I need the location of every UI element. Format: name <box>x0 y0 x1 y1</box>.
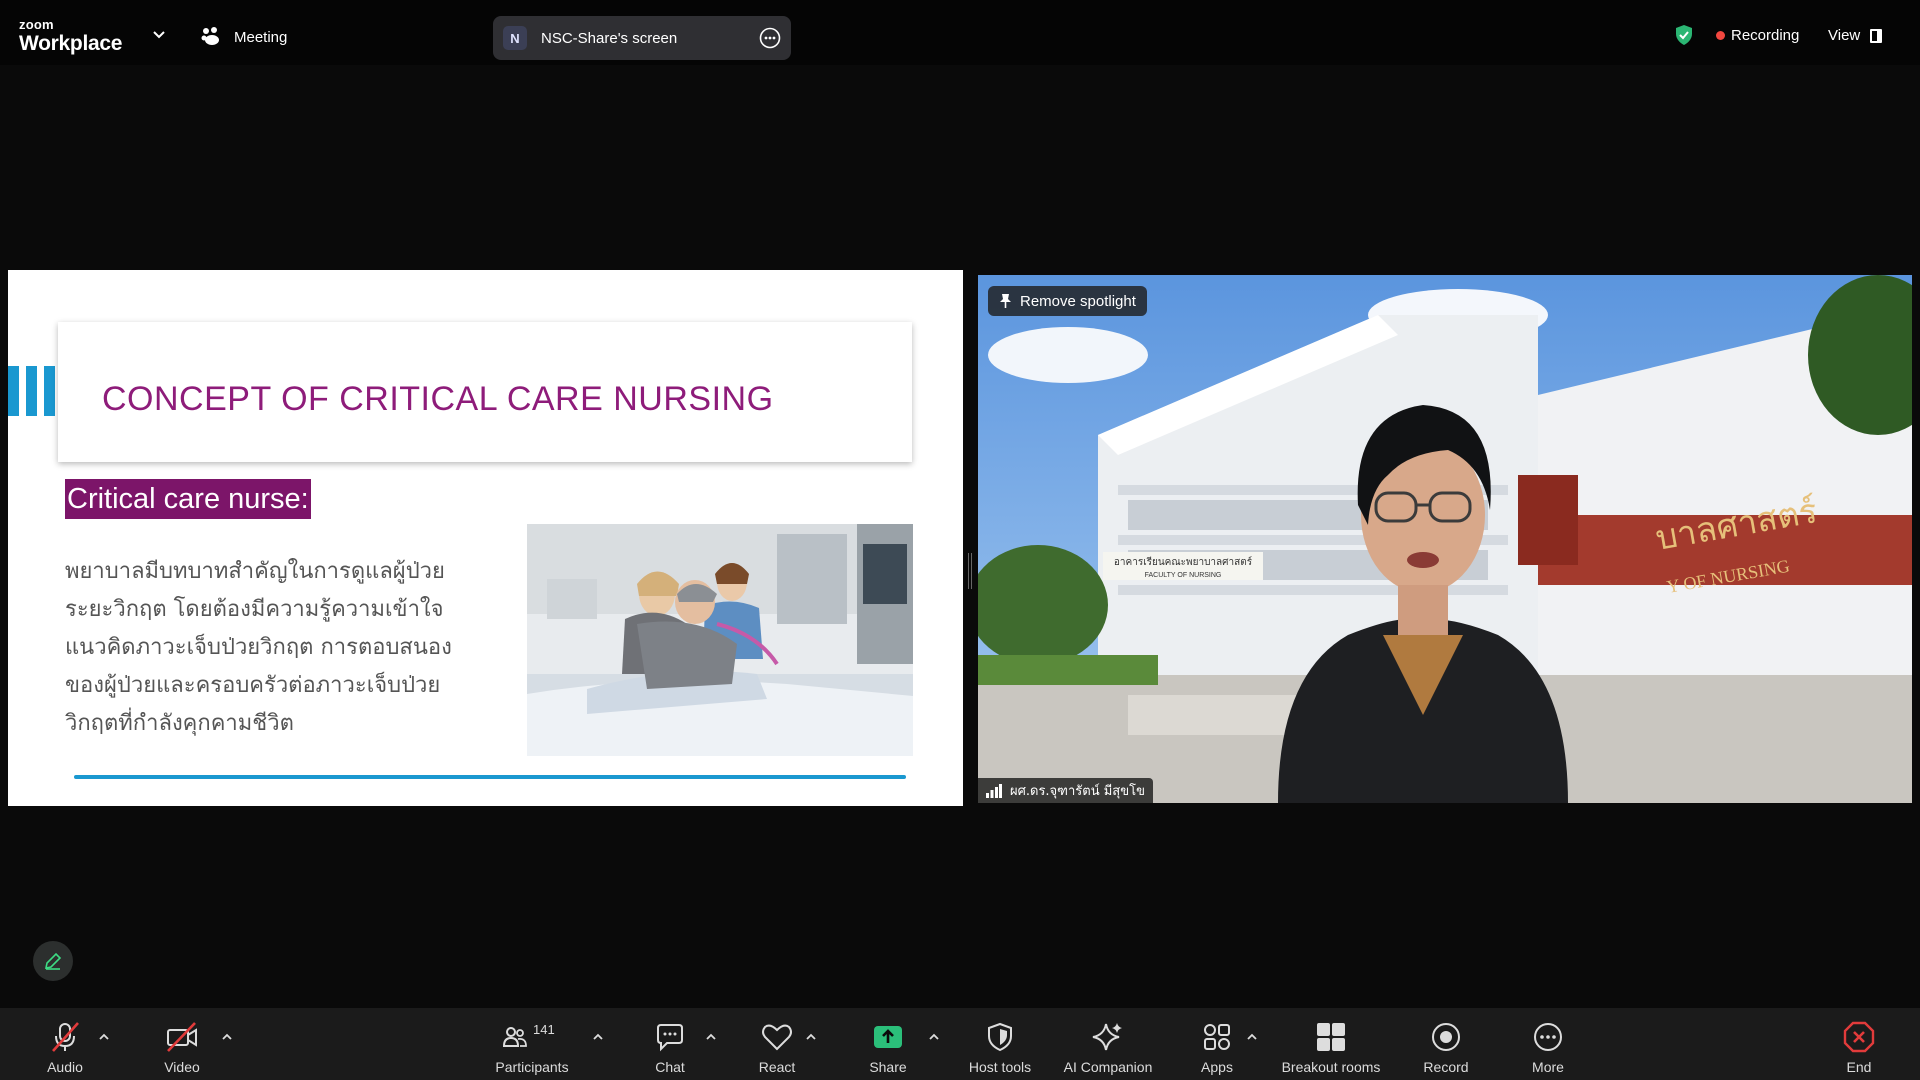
recording-label: Recording <box>1731 27 1800 44</box>
share-screen-icon <box>871 1020 905 1054</box>
zoom-workplace-logo[interactable]: zoom Workplace <box>19 18 122 54</box>
participants-label: Participants <box>495 1059 569 1075</box>
react-button[interactable]: React <box>752 1008 802 1080</box>
apps-label: Apps <box>1201 1059 1233 1075</box>
virtual-background: อาคารเรียนคณะพยาบาลศาสตร์ FACULTY OF NUR… <box>978 275 1912 803</box>
spotlight-label: Remove spotlight <box>1020 292 1136 310</box>
react-label: React <box>758 1059 796 1075</box>
participants-icon: 141 <box>502 1020 562 1054</box>
sharer-avatar: N <box>503 26 527 50</box>
apps-button[interactable]: Apps <box>1192 1008 1242 1080</box>
ai-companion-label: AI Companion <box>1063 1059 1153 1075</box>
heart-icon <box>760 1020 794 1054</box>
view-layout-icon <box>1870 28 1883 43</box>
chat-button[interactable]: Chat <box>645 1008 695 1080</box>
end-meeting-button[interactable]: End <box>1834 1008 1884 1080</box>
meeting-icon <box>201 27 219 45</box>
meeting-button[interactable]: Meeting <box>200 26 287 48</box>
more-options-icon[interactable] <box>759 27 781 49</box>
screen-share-indicator[interactable]: N NSC-Share's screen <box>493 16 791 60</box>
building-sign-thai: อาคารเรียนคณะพยาบาลศาสตร์ <box>1114 556 1253 568</box>
share-button[interactable]: Share <box>863 1008 913 1080</box>
signal-strength-icon <box>986 783 1002 798</box>
audio-options-chevron-icon[interactable] <box>98 1033 110 1041</box>
video-button[interactable]: Video <box>157 1008 207 1080</box>
mic-muted-icon <box>48 1020 82 1054</box>
resize-handle[interactable] <box>968 553 971 589</box>
apps-icon <box>1200 1020 1234 1054</box>
chat-options-chevron-icon[interactable] <box>705 1033 717 1041</box>
remove-spotlight-button[interactable]: Remove spotlight <box>988 286 1147 316</box>
record-icon <box>1429 1020 1463 1054</box>
participant-name-tag: ผศ.ดร.จุฑารัตน์ มีสุขโข <box>978 778 1153 803</box>
brand-top-text: zoom <box>19 17 54 32</box>
slide-body-line: ของผู้ป่วยและครอบครัวต่อภาวะเจ็บป่วย <box>65 673 441 698</box>
slide-title-card: CONCEPT OF CRITICAL CARE NURSING <box>58 322 912 462</box>
spotlight-video-tile[interactable]: อาคารเรียนคณะพยาบาลศาสตร์ FACULTY OF NUR… <box>978 275 1912 803</box>
video-label: Video <box>164 1059 200 1075</box>
chevron-down-icon[interactable] <box>152 30 166 40</box>
recording-dot-icon <box>1716 31 1725 40</box>
record-button[interactable]: Record <box>1418 1008 1474 1080</box>
participant-name: ผศ.ดร.จุฑารัตน์ มีสุขโข <box>1010 784 1145 799</box>
share-label: NSC-Share's screen <box>541 29 678 47</box>
record-label: Record <box>1423 1059 1469 1075</box>
host-tools-button[interactable]: Host tools <box>962 1008 1038 1080</box>
sparkle-icon <box>1091 1020 1125 1054</box>
encryption-shield-icon[interactable] <box>1674 24 1694 46</box>
ai-companion-button[interactable]: AI Companion <box>1058 1008 1158 1080</box>
chat-icon <box>653 1020 687 1054</box>
breakout-rooms-label: Breakout rooms <box>1281 1059 1381 1075</box>
slide-body-text: พยาบาลมีบทบาทสำคัญในการดูแลผู้ป่วย ระยะว… <box>65 553 505 743</box>
slide-accent-bars <box>8 366 55 416</box>
top-bar: zoom Workplace Meeting N NSC-Share's scr… <box>0 0 1920 65</box>
slide-body-line: วิกฤตที่กำลังคุกคามชีวิต <box>65 711 294 736</box>
slide-footer-line <box>74 775 906 779</box>
participants-options-chevron-icon[interactable] <box>592 1033 604 1041</box>
view-label: View <box>1828 27 1861 44</box>
audio-label: Audio <box>47 1059 83 1075</box>
camera-off-icon <box>165 1020 199 1054</box>
breakout-rooms-button[interactable]: Breakout rooms <box>1274 1008 1388 1080</box>
shared-screen-slide: CONCEPT OF CRITICAL CARE NURSING Critica… <box>8 270 963 806</box>
share-label: Share <box>869 1059 907 1075</box>
participant-count: 141 <box>533 1022 555 1037</box>
slide-title: CONCEPT OF CRITICAL CARE NURSING <box>102 380 774 418</box>
icu-patient-photo <box>527 524 913 756</box>
video-options-chevron-icon[interactable] <box>221 1033 233 1041</box>
react-options-chevron-icon[interactable] <box>805 1033 817 1041</box>
chat-label: Chat <box>655 1059 685 1075</box>
apps-options-chevron-icon[interactable] <box>1246 1033 1258 1041</box>
end-label: End <box>1846 1059 1872 1075</box>
host-shield-icon <box>983 1020 1017 1054</box>
breakout-rooms-icon <box>1314 1020 1348 1054</box>
slide-body-line: พยาบาลมีบทบาทสำคัญในการดูแลผู้ป่วย <box>65 559 445 584</box>
annotate-button[interactable] <box>33 941 73 981</box>
more-button[interactable]: More <box>1523 1008 1573 1080</box>
participants-button[interactable]: 141 Participants <box>487 1008 577 1080</box>
pin-icon <box>1000 294 1011 308</box>
meeting-label: Meeting <box>234 28 288 46</box>
more-dots-icon <box>1531 1020 1565 1054</box>
host-tools-label: Host tools <box>968 1059 1032 1075</box>
building-sign-english: FACULTY OF NURSING <box>1145 572 1222 579</box>
view-button[interactable]: View <box>1828 27 1883 44</box>
end-call-icon <box>1842 1020 1876 1054</box>
brand-bottom-text: Workplace <box>19 32 123 55</box>
meeting-toolbar: Audio Video 141 Participants Chat React … <box>0 1008 1920 1080</box>
slide-subtitle: Critical care nurse: <box>65 479 311 519</box>
pencil-icon <box>44 952 62 970</box>
slide-body-line: ระยะวิกฤต โดยต้องมีความรู้ความเข้าใจ <box>65 597 444 622</box>
more-label: More <box>1532 1059 1564 1075</box>
slide-body-line: แนวคิดภาวะเจ็บป่วยวิกฤต การตอบสนอง <box>65 635 452 660</box>
share-options-chevron-icon[interactable] <box>928 1033 940 1041</box>
recording-indicator[interactable]: Recording <box>1716 27 1799 44</box>
audio-button[interactable]: Audio <box>40 1008 90 1080</box>
